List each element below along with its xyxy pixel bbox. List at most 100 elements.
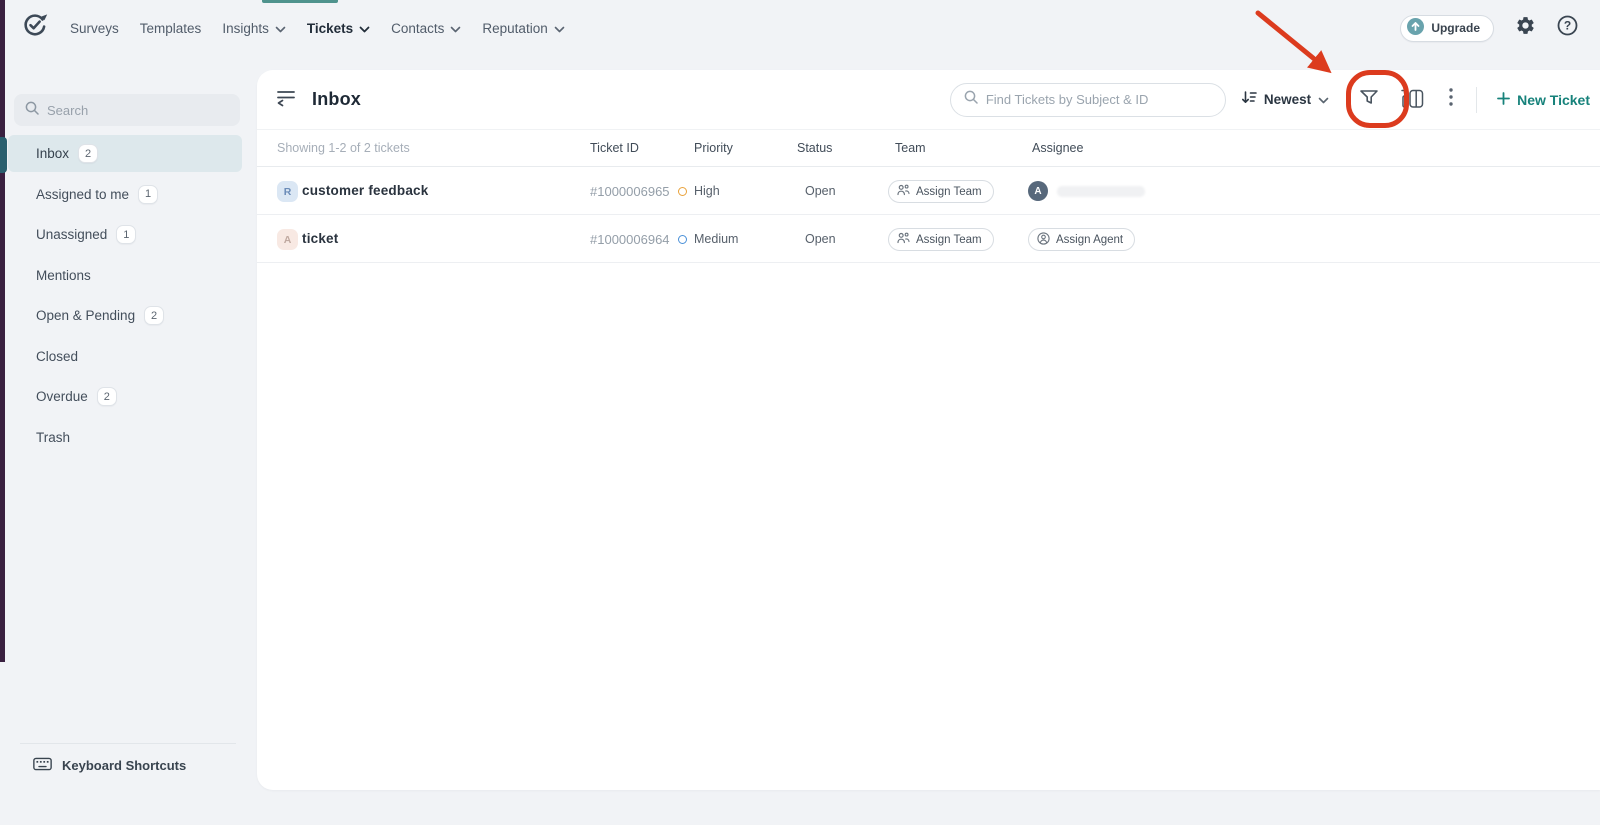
chevron-down-icon [450, 21, 461, 36]
window-edge-strip [0, 0, 5, 662]
toolbar-divider [1476, 87, 1477, 113]
sidebar-item-label: Closed [36, 349, 78, 364]
agent-icon [1037, 232, 1050, 248]
nav-item-reputation[interactable]: Reputation [482, 21, 564, 36]
sidebar-item-overdue[interactable]: Overdue 2 [8, 378, 242, 415]
sidebar-item-label: Open & Pending [36, 308, 135, 323]
sidebar-item-mentions[interactable]: Mentions [8, 257, 242, 294]
requester-avatar: R [277, 181, 298, 202]
priority-dot-icon [678, 235, 687, 244]
keyboard-shortcuts-button[interactable]: Keyboard Shortcuts [20, 743, 236, 774]
add-column-icon [1401, 87, 1424, 113]
priority-label: Medium [694, 232, 738, 246]
sidebar-item-assigned-to-me[interactable]: Assigned to me 1 [8, 176, 242, 213]
nav-item-insights[interactable]: Insights [222, 21, 286, 36]
tickets-panel: Inbox Newest [257, 70, 1600, 790]
table-header-row: Showing 1-2 of 2 tickets Ticket ID Prior… [257, 130, 1600, 167]
sidebar-item-label: Assigned to me [36, 187, 129, 202]
new-ticket-button[interactable]: New Ticket [1497, 92, 1590, 108]
page-title: Inbox [312, 89, 361, 110]
assign-team-button[interactable]: Assign Team [888, 228, 994, 251]
upgrade-arrow-icon [1407, 18, 1424, 38]
assign-agent-label: Assign Agent [1056, 234, 1123, 246]
collapse-sidebar-button[interactable] [275, 87, 296, 112]
ticket-search-input[interactable] [986, 92, 1201, 107]
requester-avatar: A [277, 229, 298, 250]
search-icon [964, 90, 978, 109]
chevron-down-icon [554, 21, 565, 36]
panel-collapse-icon [275, 87, 296, 112]
table-row[interactable]: R customer feedback #1000006965 High Ope… [257, 167, 1600, 215]
chevron-down-icon [275, 21, 286, 36]
sidebar-item-inbox[interactable]: Inbox 2 [8, 135, 242, 172]
plus-icon [1497, 92, 1510, 108]
nav-item-tickets[interactable]: Tickets [307, 21, 370, 36]
team-icon [897, 184, 910, 199]
top-navigation-bar: Surveys Templates Insights Tickets Conta… [0, 0, 1600, 56]
sort-control[interactable]: Newest [1241, 89, 1329, 110]
nav-label: Tickets [307, 21, 353, 36]
question-mark-icon: ? [1557, 15, 1578, 41]
ticket-status: Open [805, 232, 836, 246]
settings-button[interactable] [1515, 15, 1536, 41]
nav-label: Contacts [391, 21, 444, 36]
ticket-search[interactable] [950, 83, 1226, 117]
sidebar-item-open-pending[interactable]: Open & Pending 2 [8, 297, 242, 334]
help-button[interactable]: ? [1557, 15, 1578, 41]
count-badge: 1 [138, 185, 158, 204]
sidebar-item-label: Overdue [36, 389, 88, 404]
sidebar-item-label: Inbox [36, 146, 69, 161]
ticket-id: #1000006964 [590, 232, 670, 247]
gear-icon [1515, 15, 1536, 41]
nav-item-contacts[interactable]: Contacts [391, 21, 461, 36]
brand-bird-icon [21, 12, 48, 44]
upgrade-label: Upgrade [1431, 21, 1480, 35]
sidebar-item-unassigned[interactable]: Unassigned 1 [8, 216, 242, 253]
showing-count: Showing 1-2 of 2 tickets [277, 141, 410, 155]
assign-team-label: Assign Team [916, 186, 982, 198]
sidebar-search[interactable] [14, 94, 240, 126]
nav-label: Templates [140, 21, 202, 36]
nav-label: Insights [222, 21, 269, 36]
filter-funnel-icon [1358, 87, 1380, 112]
sort-descending-icon [1241, 89, 1257, 110]
ticket-status: Open [805, 184, 836, 198]
ticket-id: #1000006965 [590, 184, 670, 199]
tickets-header: Inbox Newest [257, 70, 1600, 130]
ticket-priority: High [678, 184, 720, 198]
sidebar-item-label: Trash [36, 430, 70, 445]
sidebar-active-indicator [0, 137, 7, 173]
nav-label: Reputation [482, 21, 547, 36]
more-options-button[interactable] [1444, 88, 1458, 111]
table-row[interactable]: A ticket #1000006964 Medium Open Assign … [257, 215, 1600, 263]
assign-team-label: Assign Team [916, 234, 982, 246]
new-ticket-label: New Ticket [1517, 92, 1590, 108]
priority-dot-icon [678, 187, 687, 196]
upgrade-button[interactable]: Upgrade [1400, 15, 1494, 42]
assign-agent-button[interactable]: Assign Agent [1028, 228, 1135, 251]
filter-button[interactable] [1347, 78, 1391, 122]
chevron-down-icon [359, 21, 370, 36]
count-badge: 1 [116, 225, 136, 244]
ticket-subject: customer feedback [302, 183, 428, 198]
assign-team-button[interactable]: Assign Team [888, 180, 994, 203]
sidebar-search-input[interactable] [47, 103, 227, 118]
topbar-actions: Upgrade ? [1400, 15, 1578, 42]
keyboard-icon [33, 757, 52, 774]
app-logo[interactable] [21, 12, 48, 44]
nav-label: Surveys [70, 21, 119, 36]
nav-item-surveys[interactable]: Surveys [70, 21, 119, 36]
sidebar-item-trash[interactable]: Trash [8, 419, 242, 456]
assignee-avatar: A [1028, 181, 1048, 201]
sidebar-folders: Inbox 2 Assigned to me 1 Unassigned 1 Me… [8, 135, 242, 459]
column-header-status: Status [797, 141, 832, 155]
count-badge: 2 [97, 387, 117, 406]
sidebar-item-closed[interactable]: Closed [8, 338, 242, 375]
active-tab-indicator [262, 0, 338, 3]
primary-nav: Surveys Templates Insights Tickets Conta… [70, 21, 565, 36]
nav-item-templates[interactable]: Templates [140, 21, 202, 36]
board-columns-button[interactable] [1401, 87, 1424, 113]
tickets-sidebar: Inbox 2 Assigned to me 1 Unassigned 1 Me… [0, 56, 257, 825]
count-badge: 2 [78, 144, 98, 163]
ticket-priority: Medium [678, 232, 738, 246]
